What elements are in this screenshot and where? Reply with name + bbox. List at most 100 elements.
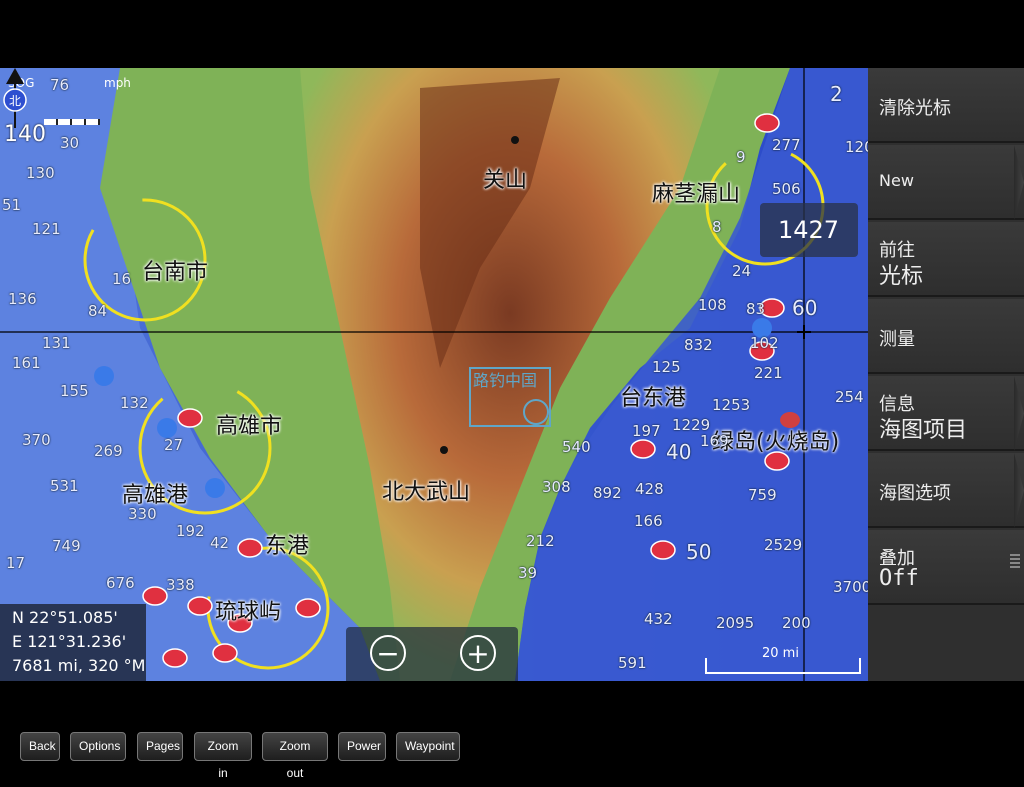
north-arrow-icon[interactable]: 北 xyxy=(0,68,30,130)
sog-unit: mph xyxy=(104,76,131,90)
menu-chart-options[interactable]: 海图选项 xyxy=(868,453,1024,528)
depth-sounding: 428 xyxy=(635,480,664,498)
depth-sounding: 330 xyxy=(128,505,157,523)
depth-sounding: 221 xyxy=(754,364,783,382)
menu-label: 测量 xyxy=(879,329,915,350)
depth-sounding: 432 xyxy=(644,610,673,628)
depth-sounding: 749 xyxy=(52,537,81,555)
depth-sounding: 102 xyxy=(750,334,779,352)
zoom-controls: − + xyxy=(346,627,518,681)
depth-sounding: 136 xyxy=(8,290,37,308)
zoom-in-button[interactable]: Zoom in xyxy=(194,732,252,780)
menu-label-line2: Off xyxy=(879,566,919,591)
menu-overlay[interactable]: 叠加 Off xyxy=(868,530,1024,605)
menu-clear-cursor[interactable]: 清除光标 xyxy=(868,68,1024,143)
depth-sounding: 192 xyxy=(176,522,205,540)
depth-sounding: 591 xyxy=(618,654,647,672)
depth-sounding: 120 xyxy=(845,138,868,156)
depth-sounding: 51 xyxy=(2,196,22,214)
depth-sounding: 197 xyxy=(632,422,661,440)
place-tainan: 台南市 xyxy=(142,260,209,285)
depth-sounding: 308 xyxy=(542,478,571,496)
depth-sounding: 254 xyxy=(835,388,864,406)
waypoint-button[interactable]: Waypoint xyxy=(396,732,460,761)
latitude: N 22°51.085' xyxy=(12,608,118,627)
depth-sounding: 30 xyxy=(60,134,80,152)
zoom-in-map-button[interactable]: + xyxy=(460,635,496,671)
place-liuqiu: 琉球屿 xyxy=(215,600,282,625)
menu-go-to-cursor[interactable]: 前往 光标 xyxy=(868,222,1024,297)
menu-label: New xyxy=(879,171,914,190)
chevron-right-icon xyxy=(1014,145,1024,220)
depth-sounding: 50 xyxy=(686,540,712,564)
depth-sounding: 27 xyxy=(164,436,184,454)
sog-bar-indicator xyxy=(44,119,100,125)
scale-label: 20 mi xyxy=(762,646,799,661)
back-button[interactable]: Back xyxy=(20,732,60,761)
depth-sounding: 17 xyxy=(6,554,26,572)
depth-sounding: 42 xyxy=(210,534,230,552)
bottom-button-bar: Back Options Pages Zoom in Zoom out Powe… xyxy=(0,681,1024,780)
chart-map[interactable]: SOG mph 140 关山 麻茎漏山 台南市 高雄市 高雄港 东港 琉球屿 北… xyxy=(0,68,868,681)
depth-sounding: 39 xyxy=(518,564,538,582)
options-button[interactable]: Options xyxy=(70,732,126,761)
depth-sounding: 2 xyxy=(830,82,843,106)
depth-sounding: 83 xyxy=(746,300,766,318)
depth-sounding: 121 xyxy=(32,220,61,238)
depth-sounding: 76 xyxy=(50,76,70,94)
watermark-text: 路钓中国 xyxy=(473,371,538,390)
depth-sounding: 130 xyxy=(26,164,55,182)
depth-sounding: 155 xyxy=(60,382,89,400)
depth-sounding: 161 xyxy=(12,354,41,372)
menu-grip-icon xyxy=(1010,554,1020,568)
depth-sounding: 40 xyxy=(666,440,692,464)
place-taidong: 台东港 xyxy=(620,386,687,411)
depth-sounding: 60 xyxy=(792,296,818,320)
zoom-out-map-button[interactable]: − xyxy=(370,635,406,671)
side-menu: 清除光标 New 前往 光标 测量 信息 海图项目 海图选项 叠加 Off xyxy=(868,68,1024,681)
top-black-bar xyxy=(0,0,1024,68)
depth-sounding: 676 xyxy=(106,574,135,592)
depth-sounding: 108 xyxy=(698,296,727,314)
depth-sounding: 200 xyxy=(782,614,811,632)
zoom-out-button[interactable]: Zoom out xyxy=(262,732,328,780)
pages-button[interactable]: Pages xyxy=(137,732,183,761)
depth-sounding: 3700 xyxy=(833,578,868,596)
depth-sounding: 506 xyxy=(772,180,801,198)
depth-sounding: 832 xyxy=(684,336,713,354)
depth-sounding: 531 xyxy=(50,477,79,495)
menu-info-chart-items[interactable]: 信息 海图项目 xyxy=(868,376,1024,451)
menu-label-line2: 海图项目 xyxy=(879,418,968,443)
depth-sounding: 370 xyxy=(22,431,51,449)
place-maqilou: 麻茎漏山 xyxy=(652,182,741,207)
plus-icon: + xyxy=(466,637,490,670)
menu-new[interactable]: New xyxy=(868,145,1024,220)
distance-bearing: 7681 mi, 320 °M xyxy=(12,656,146,675)
coordinate-readout: N 22°51.085' E 121°31.236' 7681 mi, 320 … xyxy=(0,604,146,681)
chevron-right-icon xyxy=(1014,453,1024,528)
menu-label-line2: 光标 xyxy=(879,264,924,289)
depth-sounding: 24 xyxy=(732,262,752,280)
depth-sounding: 125 xyxy=(652,358,681,376)
depth-sounding: 338 xyxy=(166,576,195,594)
power-button[interactable]: Power xyxy=(338,732,386,761)
menu-measure[interactable]: 测量 xyxy=(868,299,1024,374)
chevron-right-icon xyxy=(1014,376,1024,451)
place-lvdao: 绿岛(火烧岛) xyxy=(712,430,840,455)
place-donggang: 东港 xyxy=(265,534,310,559)
depth-sounding: 212 xyxy=(526,532,555,550)
depth-sounding: 169 xyxy=(700,432,729,450)
depth-sounding: 540 xyxy=(562,438,591,456)
depth-sounding: 84 xyxy=(88,302,108,320)
longitude: E 121°31.236' xyxy=(12,632,127,651)
depth-sounding: 269 xyxy=(94,442,123,460)
menu-label: 海图选项 xyxy=(879,483,951,504)
depth-sounding: 1253 xyxy=(712,396,751,414)
depth-sounding: 277 xyxy=(772,136,801,154)
minus-icon: − xyxy=(376,637,400,670)
menu-label: 清除光标 xyxy=(879,98,951,119)
place-kaohsiung-city: 高雄市 xyxy=(216,414,283,439)
depth-sounding: 2095 xyxy=(716,614,755,632)
depth-sounding: 166 xyxy=(634,512,663,530)
depth-sounding: 9 xyxy=(736,148,746,166)
